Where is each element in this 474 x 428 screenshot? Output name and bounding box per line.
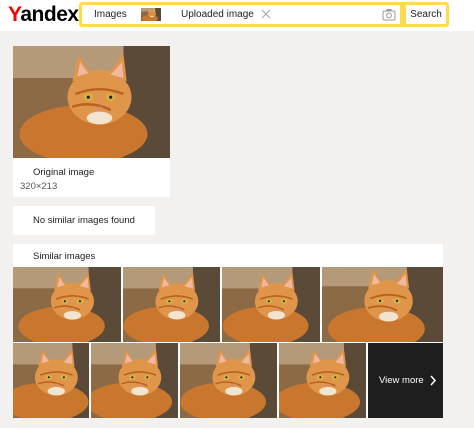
search-input[interactable]: Images Uploaded image <box>82 5 400 24</box>
similar-images-title[interactable]: Similar images <box>33 251 95 263</box>
uploaded-image-thumbnail[interactable] <box>141 8 161 21</box>
logo-rest: andex <box>20 3 79 26</box>
search-button[interactable]: Search <box>406 5 446 24</box>
header: Yandex Images Uploaded image Search <box>0 0 474 31</box>
similar-image-thumb[interactable] <box>322 267 443 342</box>
view-more-label: View more <box>379 375 424 386</box>
similar-image-thumb[interactable] <box>91 343 178 418</box>
similar-image-thumb[interactable] <box>222 267 320 342</box>
logo-first-letter: Y <box>8 3 21 26</box>
similar-image-thumb[interactable] <box>13 267 121 342</box>
camera-icon[interactable] <box>382 8 396 21</box>
search-bar: Images Uploaded image Search <box>79 2 449 27</box>
no-similar-panel: No similar images found <box>13 206 155 235</box>
original-image-card: Original image 320×213 <box>13 46 170 197</box>
uploaded-image-label: Uploaded image <box>181 9 254 20</box>
yandex-logo[interactable]: Yandex <box>8 3 79 27</box>
similar-image-thumb[interactable] <box>123 267 220 342</box>
view-more-button[interactable]: View more <box>368 343 443 418</box>
original-image-label[interactable]: Original image <box>33 167 94 179</box>
original-image[interactable] <box>13 46 170 158</box>
similar-image-thumb[interactable] <box>279 343 366 418</box>
similar-image-thumb[interactable] <box>13 343 89 418</box>
clear-icon[interactable] <box>260 8 272 20</box>
chevron-right-icon <box>430 375 437 386</box>
similar-images-panel: Similar images View more <box>13 244 443 418</box>
tab-images[interactable]: Images <box>94 8 127 21</box>
no-similar-text: No similar images found <box>33 215 135 226</box>
original-image-size[interactable]: 320×213 <box>20 181 57 193</box>
similar-image-thumb[interactable] <box>180 343 277 418</box>
